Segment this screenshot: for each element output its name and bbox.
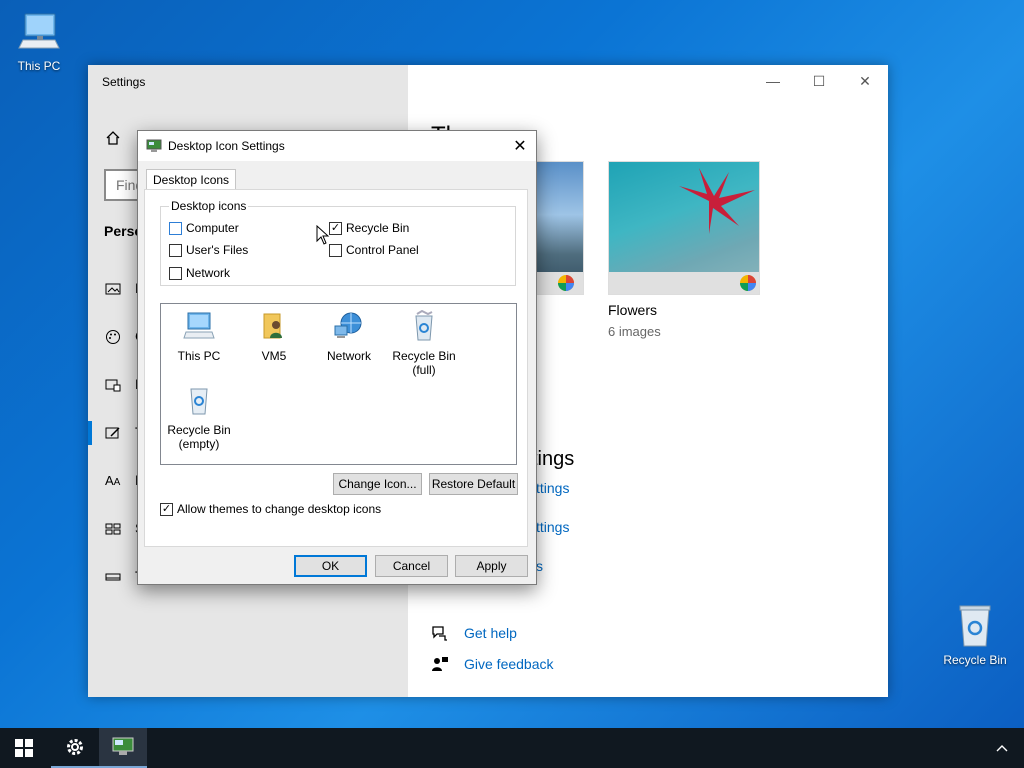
checkbox-label: Allow themes to change desktop icons [177,502,382,516]
desktop-icon-label: This PC [17,59,61,73]
start-button[interactable] [0,728,48,768]
taskbar-settings-icon[interactable] [105,569,121,585]
minimize-button[interactable]: — [750,69,796,93]
colors-icon[interactable] [105,329,121,345]
taskbar-desktop-icon-settings-app[interactable] [99,728,147,768]
desktop-icon-label: Recycle Bin [943,653,1007,667]
desktop-recycle-bin[interactable]: Recycle Bin [937,602,1013,667]
mouse-cursor-icon [316,225,330,245]
group-title: Desktop icons [169,199,249,213]
list-item-user-files[interactable]: VM5 [236,310,312,363]
list-item-label: Network [326,349,371,363]
checkbox-box-checked[interactable]: ✓ [160,502,173,516]
computer-icon [18,13,60,49]
maximize-button[interactable]: ☐ [796,69,842,93]
background-icon[interactable] [105,281,121,297]
taskbar [0,728,1024,768]
network-icon [334,312,362,338]
selected-indicator [88,421,92,445]
list-item-this-pc[interactable]: This PC [161,310,237,363]
give-feedback-icon [432,657,448,671]
ok-button[interactable]: OK [294,555,367,577]
related-link-3[interactable]: s [536,558,543,574]
get-help-icon [432,626,447,641]
checkbox-computer[interactable]: Computer [169,221,239,235]
checkbox-label: Control Panel [346,243,419,257]
checkbox-allow-themes[interactable]: ✓ Allow themes to change desktop icons [160,502,381,516]
checkbox-label: Computer [186,221,239,235]
user-folder-icon [263,313,282,339]
checkbox-label: Recycle Bin [346,221,410,235]
dialog-close-button[interactable]: ✕ [508,135,532,157]
list-item-recycle-bin-empty[interactable]: Recycle Bin (empty) [161,384,237,451]
checkbox-box-checked[interactable]: ✓ [329,221,342,235]
give-feedback-link[interactable]: Give feedback [464,656,554,672]
recycle-bin-empty-icon [190,388,208,415]
home-icon[interactable] [105,130,121,146]
related-link-1[interactable]: ttings [536,480,569,496]
recycle-bin-full-icon [415,309,433,341]
dialog-titlebar: Desktop Icon Settings ✕ [138,131,536,161]
taskbar-settings-app[interactable] [51,728,99,768]
cancel-button[interactable]: Cancel [375,555,448,577]
desktop-icon-settings-app-icon [112,737,134,755]
color-wheel-icon [740,275,756,291]
list-item-label: VM5 [261,349,287,363]
tab-panel: Desktop icons Computer User's Files Netw… [144,189,528,547]
theme-image-count: 6 images [608,324,661,339]
color-wheel-icon [558,275,574,291]
list-item-label: This PC [177,349,221,363]
show-hidden-icons-button[interactable] [982,728,1022,768]
lock-screen-icon[interactable] [105,377,121,393]
list-item-label-line1: Recycle Bin [167,423,231,437]
checkbox-network[interactable]: Network [169,266,230,280]
restore-default-button[interactable]: Restore Default [429,473,518,495]
checkbox-recycle-bin[interactable]: ✓ Recycle Bin [329,221,409,235]
desktop-icon-settings-app-icon [146,139,162,152]
apply-button[interactable]: Apply [455,555,528,577]
computer-icon [183,312,215,339]
window-title: Settings [102,75,146,89]
tab-desktop-icons[interactable]: Desktop Icons [146,169,237,191]
dialog-title: Desktop Icon Settings [168,139,285,153]
themes-icon[interactable] [105,425,121,441]
checkbox-box[interactable] [169,266,182,280]
desktop-icon-settings-dialog: Desktop Icon Settings ✕ Desktop Icons De… [137,130,537,585]
get-help-link[interactable]: Get help [464,625,517,641]
desktop-icons-group: Desktop icons Computer User's Files Netw… [160,199,516,286]
flower-image [679,168,755,234]
close-button[interactable]: ✕ [842,69,888,93]
checkbox-label: User's Files [186,243,249,257]
list-item-label: Recycle Bin (full) [386,349,462,377]
checkbox-users-files[interactable]: User's Files [169,243,248,257]
related-link-2[interactable]: ttings [536,519,569,535]
start-menu-icon[interactable] [105,521,121,537]
desktop-this-pc[interactable]: This PC [1,10,77,73]
list-item-label-line1: Recycle Bin [392,349,456,363]
checkbox-box[interactable] [329,243,342,257]
checkbox-label: Network [186,266,231,280]
list-item-label-line2: (full) [412,363,436,377]
chevron-up-icon [996,745,1008,752]
change-icon-button[interactable]: Change Icon... [333,473,422,495]
checkbox-control-panel[interactable]: Control Panel [329,243,419,257]
icon-list: This PC VM5 Network Recycle Bin (full) R… [160,303,517,465]
fonts-icon[interactable]: AA [105,473,120,488]
related-settings-heading: tings [532,448,575,470]
list-item-label-line2: (empty) [178,437,220,451]
checkbox-box[interactable] [169,243,182,257]
list-item-network[interactable]: Network [311,310,387,363]
settings-gear-icon [67,739,83,755]
theme-card-flowers[interactable] [608,161,760,295]
checkbox-box[interactable] [169,221,182,235]
start-icon [15,739,33,757]
theme-name: Flowers [608,302,658,318]
list-item-label: Recycle Bin (empty) [161,423,237,451]
recycle-bin-icon [959,605,991,647]
list-item-recycle-bin-full[interactable]: Recycle Bin (full) [386,309,462,377]
